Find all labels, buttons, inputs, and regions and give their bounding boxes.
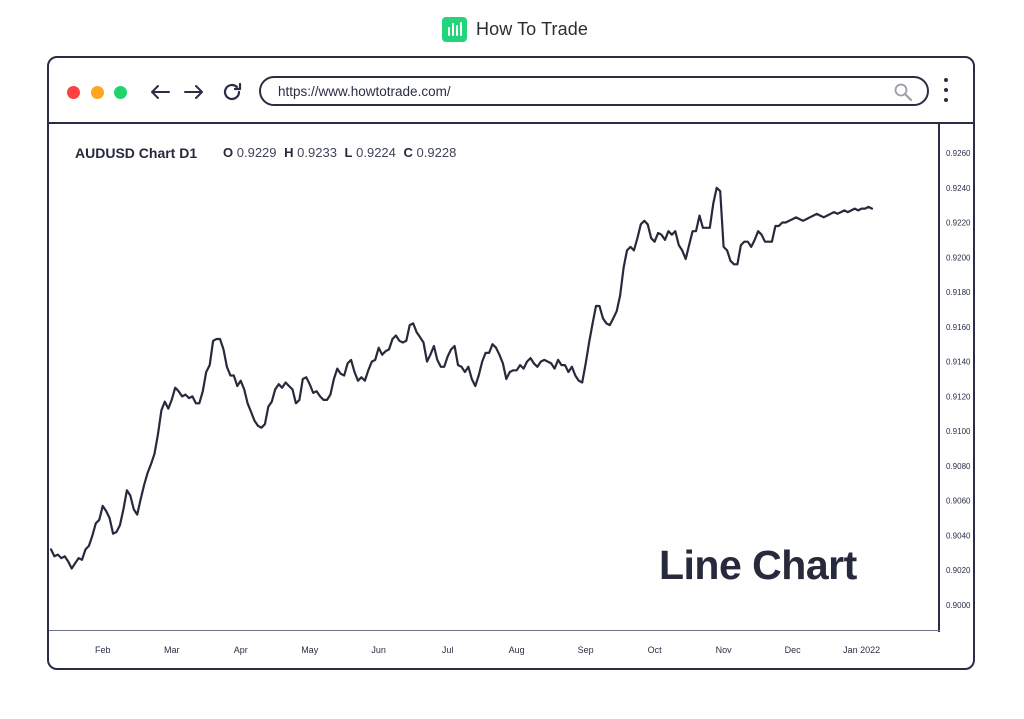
ohlc-open-value: 0.9229 (236, 145, 277, 160)
x-tick-label: Apr (234, 645, 248, 655)
y-tick-label: 0.9200 (946, 253, 971, 262)
minimize-window-button[interactable] (91, 86, 104, 99)
x-tick-label: Dec (785, 645, 802, 655)
y-tick-label: 0.9020 (946, 566, 971, 575)
browser-window: https://www.howtotrade.com/ 0.9260 0.9240… (47, 56, 975, 670)
ohlc-high-label: H (284, 145, 294, 160)
price-line-series[interactable] (49, 186, 874, 570)
search-icon[interactable] (893, 82, 913, 105)
close-window-button[interactable] (67, 86, 80, 99)
x-tick-label: Jun (371, 645, 386, 655)
arrow-right-icon[interactable] (181, 79, 207, 105)
x-tick-label: Jan 2022 (843, 645, 880, 655)
ohlc-low-value: 0.9224 (356, 145, 396, 160)
ohlc-close-value: 0.9228 (416, 145, 457, 160)
ohlc-readout: O 0.9229 H 0.9233 L 0.9224 C 0.9228 (223, 145, 460, 160)
y-tick-label: 0.9080 (946, 462, 971, 471)
chart-title: AUDUSD Chart D1 (75, 145, 198, 161)
chart-area: 0.9260 0.9240 0.9220 0.9200 0.9180 0.9160 0.91… (49, 124, 973, 668)
y-tick-label: 0.9040 (946, 531, 971, 540)
y-tick-label: 0.9260 (946, 149, 971, 158)
ohlc-open-label: O (223, 145, 234, 160)
browser-toolbar: https://www.howtotrade.com/ (49, 58, 973, 124)
x-tick-label: Aug (509, 645, 525, 655)
x-tick-label: Jul (442, 645, 454, 655)
url-text[interactable]: https://www.howtotrade.com/ (278, 84, 451, 99)
y-tick-label: 0.9140 (946, 358, 971, 367)
y-tick-label: 0.9160 (946, 323, 971, 332)
time-axis-divider (49, 630, 940, 631)
x-tick-label: Sep (578, 645, 594, 655)
y-tick-label: 0.9120 (946, 392, 971, 401)
x-tick-label: May (301, 645, 319, 655)
price-axis-divider (938, 124, 940, 632)
ohlc-low-label: L (344, 145, 353, 160)
maximize-window-button[interactable] (114, 86, 127, 99)
kebab-menu-icon[interactable] (942, 78, 950, 106)
reload-icon[interactable] (219, 79, 245, 105)
y-tick-label: 0.9240 (946, 184, 971, 193)
x-tick-label: Feb (95, 645, 111, 655)
bar-chart-logo-icon (442, 16, 467, 42)
chart-type-label: Line Chart (659, 542, 857, 588)
y-tick-label: 0.9100 (946, 427, 971, 436)
x-tick-label: Mar (164, 645, 180, 655)
arrow-left-icon[interactable] (147, 79, 173, 105)
brand-header: How To Trade (442, 16, 588, 42)
brand-name: How To Trade (476, 18, 588, 39)
url-bar[interactable]: https://www.howtotrade.com/ (259, 76, 929, 106)
x-tick-label: Nov (716, 645, 733, 655)
y-tick-label: 0.9180 (946, 288, 971, 297)
y-tick-label: 0.9000 (946, 601, 971, 610)
y-tick-label: 0.9060 (946, 497, 971, 506)
ohlc-high-value: 0.9233 (297, 145, 337, 160)
y-tick-label: 0.9220 (946, 219, 971, 228)
ohlc-close-label: C (403, 145, 413, 160)
x-tick-label: Oct (648, 645, 663, 655)
